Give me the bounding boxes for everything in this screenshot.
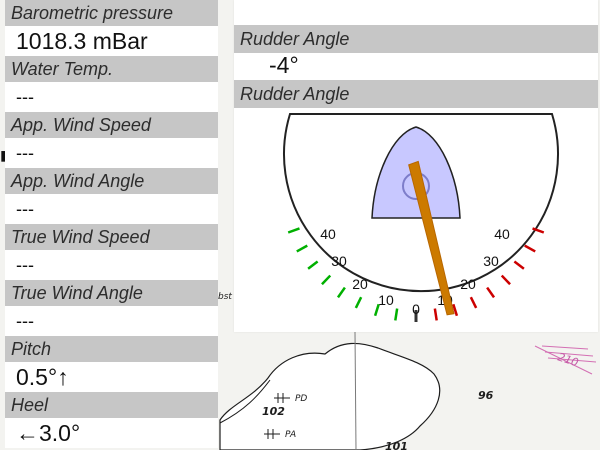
gauge-tick	[296, 244, 308, 253]
app-wind-speed-value: ---	[16, 143, 34, 163]
svg-text:PD: PD	[295, 394, 307, 404]
app-wind-angle-widget: App. Wind Angle ---	[5, 168, 218, 224]
rudder-gauge-header: Rudder Angle	[234, 80, 598, 108]
gauge-tick	[524, 244, 536, 253]
true-wind-angle-widget: True Wind Angle ---	[5, 280, 218, 336]
gauge-tick	[486, 286, 496, 299]
heel-value: ←3.0°	[16, 420, 81, 446]
rudder-angle-value: -4°	[269, 52, 299, 78]
true-wind-angle-value: ---	[16, 311, 34, 331]
app-wind-speed-label: App. Wind Speed	[5, 112, 218, 138]
rudder-panel: Rudder Angle -4° Rudder Angle 40 30 20 1…	[234, 0, 598, 332]
gauge-tick	[287, 227, 300, 234]
barometric-pressure-value: 1018.3 mBar	[16, 28, 148, 54]
rudder-gauge: 40 30 20 10 0 10 20 30 40	[234, 108, 598, 332]
rudder-angle-header: Rudder Angle	[234, 25, 598, 53]
gauge-tick	[336, 286, 346, 299]
gauge-tick	[500, 274, 511, 286]
scale-label-left-20: 20	[352, 276, 368, 292]
chart-fragment-label: bst	[218, 292, 232, 302]
scale-label-left-30: 30	[331, 253, 347, 269]
water-temp-value: ---	[16, 87, 34, 107]
scale-label-left-40: 40	[320, 226, 336, 242]
instrument-list: Barometric pressure 1018.3 mBar Water Te…	[5, 0, 218, 450]
gauge-tick	[354, 296, 363, 309]
scale-label-right-20: 20	[460, 276, 476, 292]
gauge-tick	[321, 274, 332, 286]
heel-widget: Heel ←3.0°	[5, 392, 218, 448]
sounding-96: 96	[478, 389, 494, 402]
scale-label-left-10: 10	[378, 292, 394, 308]
pitch-widget: Pitch 0.5°↑	[5, 336, 218, 392]
scale-label-zero: 0	[412, 301, 420, 317]
water-temp-label: Water Temp.	[5, 56, 218, 82]
scale-label-right-30: 30	[483, 253, 499, 269]
instrument-dashboard: bst 96 102 101 PD PA 210 ■ Barometric pr…	[0, 0, 600, 450]
barometric-pressure-label: Barometric pressure	[5, 0, 218, 26]
rudder-gauge-svg: 40 30 20 10 0 10 20 30 40	[283, 113, 559, 322]
barometric-pressure-widget: Barometric pressure 1018.3 mBar	[5, 0, 218, 56]
gauge-tick	[307, 260, 319, 270]
true-wind-speed-widget: True Wind Speed ---	[5, 224, 218, 280]
true-wind-angle-label: True Wind Angle	[5, 280, 218, 306]
heel-label: Heel	[5, 392, 218, 418]
sounding-102: 102	[262, 405, 285, 418]
gauge-tick	[469, 296, 478, 309]
app-wind-angle-label: App. Wind Angle	[5, 168, 218, 194]
pitch-value: 0.5°↑	[16, 364, 69, 390]
water-temp-widget: Water Temp. ---	[5, 56, 218, 112]
true-wind-speed-value: ---	[16, 255, 34, 275]
app-wind-speed-widget: App. Wind Speed ---	[5, 112, 218, 168]
true-wind-speed-label: True Wind Speed	[5, 224, 218, 250]
svg-text:PA: PA	[285, 430, 296, 440]
sounding-101: 101	[385, 440, 408, 450]
gauge-tick	[394, 308, 399, 321]
gauge-tick	[513, 260, 525, 270]
pitch-label: Pitch	[5, 336, 218, 362]
scale-label-right-40: 40	[494, 226, 510, 242]
gauge-tick	[433, 308, 438, 321]
app-wind-angle-value: ---	[16, 199, 34, 219]
